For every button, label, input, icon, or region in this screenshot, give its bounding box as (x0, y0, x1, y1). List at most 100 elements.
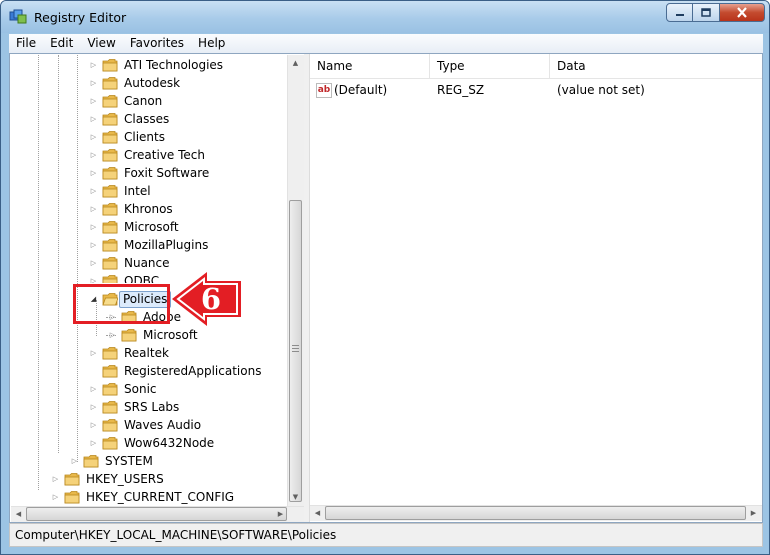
tree-node-realtek[interactable]: ▷ Realtek (11, 345, 281, 362)
tree-node-label: Foxit Software (124, 166, 210, 180)
tree-node-hkey-current-config[interactable]: ▷ HKEY_CURRENT_CONFIG (11, 489, 281, 506)
close-button[interactable] (720, 3, 765, 22)
expand-arrow-icon[interactable]: ▷ (89, 151, 98, 160)
tree-node-waves-audio[interactable]: ▷ Waves Audio (11, 417, 281, 434)
caption-buttons (666, 3, 765, 23)
tree-node-label: Autodesk (124, 76, 181, 90)
tree-node-label: Nuance (124, 256, 170, 270)
expand-arrow-icon[interactable]: ▷ (89, 115, 98, 124)
title-bar[interactable]: Registry Editor (1, 1, 769, 33)
close-icon (737, 7, 747, 18)
tree-node-creative-tech[interactable]: ▷ Creative Tech (11, 147, 281, 164)
minimize-button[interactable] (666, 3, 693, 22)
tree-node-khronos[interactable]: ▷ Khronos (11, 201, 281, 218)
tree-node-autodesk[interactable]: ▷ Autodesk (11, 75, 281, 92)
scroll-left-arrow-icon[interactable]: ◀ (311, 507, 324, 520)
expand-arrow-icon[interactable]: ▷ (51, 475, 60, 484)
scroll-left-arrow-icon[interactable]: ◀ (12, 508, 25, 521)
menu-favorites[interactable]: Favorites (123, 34, 191, 53)
tree-node-label: Classes (124, 112, 170, 126)
expand-arrow-icon[interactable]: ▷ (51, 493, 60, 502)
expand-arrow-icon[interactable]: ▷ (89, 385, 98, 394)
tree-node-label: ATI Technologies (124, 58, 224, 72)
folder-icon (64, 490, 80, 504)
minimize-icon (675, 13, 684, 16)
window-title: Registry Editor (34, 10, 127, 25)
tree-node-wow6432node[interactable]: ▷ Wow6432Node (11, 435, 281, 452)
scroll-down-arrow-icon[interactable]: ▼ (289, 491, 302, 504)
folder-icon (102, 382, 118, 396)
list-horizontal-scroll-thumb[interactable] (325, 506, 746, 520)
expand-arrow-icon[interactable]: ▷ (89, 133, 98, 142)
value-name[interactable]: (Default) (334, 81, 429, 99)
expand-arrow-icon[interactable]: ▷ (89, 349, 98, 358)
menu-help[interactable]: Help (191, 34, 232, 53)
registry-editor-app-icon (9, 9, 27, 25)
tree-node-srs-labs[interactable]: ▷ SRS Labs (11, 399, 281, 416)
tree-node-policies-microsoft[interactable]: ▷ Microsoft (11, 327, 281, 344)
folder-icon (102, 202, 118, 216)
tree-node-label: SRS Labs (124, 400, 180, 414)
tree-node-label: Intel (124, 184, 151, 198)
expand-arrow-icon[interactable]: ▷ (89, 187, 98, 196)
expand-arrow-icon[interactable]: ▷ (89, 61, 98, 70)
expand-arrow-icon[interactable]: ▷ (89, 403, 98, 412)
tree-node-intel[interactable]: ▷ Intel (11, 183, 281, 200)
expand-arrow-icon[interactable]: ▷ (89, 259, 98, 268)
menu-view[interactable]: View (80, 34, 122, 53)
expand-arrow-icon[interactable]: ▷ (89, 79, 98, 88)
expand-arrow-icon[interactable]: ▷ (70, 457, 79, 466)
tree-node-ati[interactable]: ▷ ATI Technologies (11, 57, 281, 74)
expand-arrow-icon[interactable]: ▷ (108, 331, 117, 340)
tree-node-label: Realtek (124, 346, 169, 360)
maximize-button[interactable] (693, 3, 720, 22)
folder-icon (102, 436, 118, 450)
tree-node-classes[interactable]: ▷ Classes (11, 111, 281, 128)
string-value-icon: ab (316, 83, 332, 98)
tree-node-system[interactable]: ▷ SYSTEM (11, 453, 281, 470)
column-header-data[interactable]: Data (550, 54, 762, 79)
expand-arrow-icon[interactable]: ▷ (89, 205, 98, 214)
tree-node-microsoft[interactable]: ▷ Microsoft (11, 219, 281, 236)
status-bar-path: Computer\HKEY_LOCAL_MACHINE\SOFTWARE\Pol… (9, 523, 763, 547)
tree-node-label: Wow6432Node (124, 436, 215, 450)
tree-node-registeredapplications[interactable]: RegisteredApplications (11, 363, 281, 380)
tree-node-label: HKEY_CURRENT_CONFIG (86, 490, 235, 504)
values-list[interactable]: Name Type Data ab (Default) REG_SZ (valu… (309, 54, 762, 522)
expand-arrow-icon[interactable]: ▷ (89, 277, 98, 283)
tree-node-label: SYSTEM (105, 454, 153, 468)
menu-file[interactable]: File (9, 34, 43, 53)
folder-icon (102, 148, 118, 162)
menu-edit[interactable]: Edit (43, 34, 80, 53)
expand-arrow-icon[interactable]: ▷ (89, 169, 98, 178)
tree-node-mozillaplugins[interactable]: ▷ MozillaPlugins (11, 237, 281, 254)
expand-arrow-icon[interactable]: ▷ (89, 223, 98, 232)
folder-icon (102, 400, 118, 414)
tree-node-clients[interactable]: ▷ Clients (11, 129, 281, 146)
tree-node-foxit[interactable]: ▷ Foxit Software (11, 165, 281, 182)
scroll-right-arrow-icon[interactable]: ▶ (747, 507, 760, 520)
tree-node-canon[interactable]: ▷ Canon (11, 93, 281, 110)
tree-horizontal-scroll-thumb[interactable] (26, 507, 287, 521)
column-header-type[interactable]: Type (430, 54, 550, 79)
expand-arrow-icon[interactable]: ▷ (89, 439, 98, 448)
value-type: REG_SZ (437, 83, 485, 97)
tree-node-hkey-users[interactable]: ▷ HKEY_USERS (11, 471, 281, 488)
column-header-name[interactable]: Name (310, 54, 430, 79)
folder-icon (102, 58, 118, 72)
tree-node-label: HKEY_USERS (86, 472, 164, 486)
expand-arrow-icon[interactable]: ▷ (89, 241, 98, 250)
tree-node-label: Sonic (124, 382, 157, 396)
tree-node-label: Microsoft (143, 328, 198, 342)
scroll-up-arrow-icon[interactable]: ▲ (289, 57, 302, 70)
folder-icon (102, 346, 118, 360)
scroll-right-arrow-icon[interactable]: ▶ (274, 508, 287, 521)
tree-node-label: RegisteredApplications (124, 364, 262, 378)
folder-icon (102, 364, 118, 378)
menu-bar: File Edit View Favorites Help (9, 34, 763, 53)
tree-node-label: Canon (124, 94, 163, 108)
value-data: (value not set) (557, 83, 645, 97)
tree-node-sonic[interactable]: ▷ Sonic (11, 381, 281, 398)
expand-arrow-icon[interactable]: ▷ (89, 97, 98, 106)
expand-arrow-icon[interactable]: ▷ (89, 421, 98, 430)
